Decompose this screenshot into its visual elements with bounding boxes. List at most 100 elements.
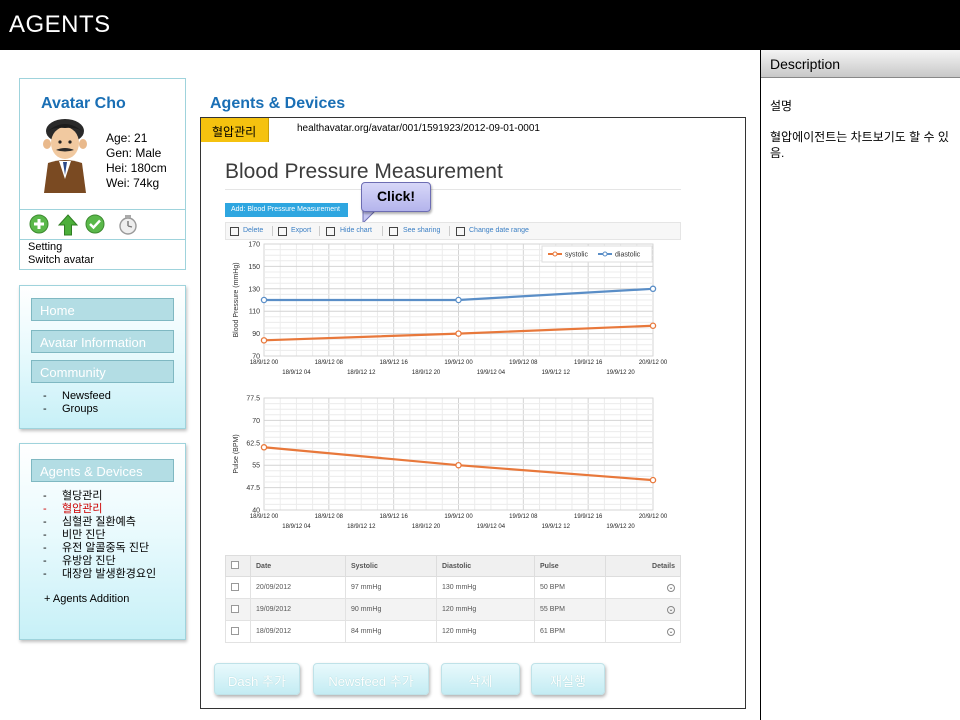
title-divider bbox=[225, 189, 681, 190]
tab-blood-pressure[interactable]: 혈압관리 bbox=[201, 118, 269, 142]
diastolic-point bbox=[260, 296, 268, 304]
submenu-item-newsfeed[interactable]: - Newsfeed bbox=[43, 390, 111, 403]
header-pulse[interactable]: Pulse bbox=[534, 555, 606, 577]
cell-systolic: 97 mmHg bbox=[345, 576, 437, 599]
agents-addition-link[interactable]: + Agents Addition bbox=[44, 593, 129, 605]
header-date[interactable]: Date bbox=[250, 555, 346, 577]
x-tick-label: 20/9/12 00 bbox=[639, 514, 668, 520]
cell-pulse: 50 BPM bbox=[534, 576, 606, 599]
agent-item-label: 유전 알콜중독 진단 bbox=[62, 542, 150, 554]
cell-systolic: 84 mmHg bbox=[345, 620, 437, 643]
row-checkbox[interactable] bbox=[231, 582, 239, 591]
legend-label: diastolic bbox=[615, 252, 641, 259]
expand-details-icon[interactable]: ⌄ bbox=[667, 583, 675, 592]
setting-link[interactable]: Setting bbox=[28, 241, 94, 254]
diastolic-point bbox=[649, 285, 657, 293]
agent-item[interactable]: - 유방암 진단 bbox=[43, 555, 156, 568]
x-tick-label: 19/9/12 20 bbox=[606, 370, 635, 376]
stat-age: Age: 21 bbox=[106, 131, 148, 145]
toolbar-export[interactable]: Export bbox=[291, 227, 311, 234]
table-row: 18/09/2012 84 mmHg 120 mmHg 61 BPM ⌄ bbox=[225, 620, 681, 643]
y-tick-label: 47.5 bbox=[246, 485, 260, 492]
x-tick-label: 19/9/12 16 bbox=[574, 514, 603, 520]
description-header: Description bbox=[761, 50, 960, 78]
add-icon[interactable] bbox=[29, 214, 49, 234]
chart-toolbar: Delete Export Hide chart See sharing Cha… bbox=[225, 222, 681, 240]
toolbar-see-sharing[interactable]: See sharing bbox=[403, 227, 440, 234]
systolic-point bbox=[455, 330, 462, 337]
header-diastolic[interactable]: Diastolic bbox=[436, 555, 535, 577]
agent-item-label: 대장암 발생환경요인 bbox=[62, 568, 157, 580]
toolbar-hide-chart[interactable]: Hide chart bbox=[340, 227, 372, 234]
y-tick-label: 70 bbox=[252, 418, 260, 425]
dash-add-button[interactable]: Dash 추가 bbox=[214, 663, 300, 695]
toolbar-delete[interactable]: Delete bbox=[243, 227, 263, 234]
community-submenu: - Newsfeed - Groups bbox=[43, 390, 111, 416]
profile-links: Setting Switch avatar bbox=[28, 241, 94, 267]
switch-avatar-link[interactable]: Switch avatar bbox=[28, 254, 94, 267]
x-tick-label: 18/9/12 12 bbox=[347, 524, 376, 530]
x-tick-label: 18/9/12 20 bbox=[412, 370, 441, 376]
rerun-button[interactable]: 재실행 bbox=[531, 663, 605, 695]
x-tick-label: 19/9/12 04 bbox=[477, 370, 506, 376]
table-row: 20/09/2012 97 mmHg 130 mmHg 50 BPM ⌄ bbox=[225, 576, 681, 599]
toolbar-change-date-range[interactable]: Change date range bbox=[469, 227, 529, 234]
chart-icon bbox=[326, 227, 335, 236]
nav-community[interactable]: Community bbox=[31, 360, 174, 383]
table-header-row: Date Systolic Diastolic Pulse Details bbox=[225, 555, 681, 577]
header-systolic[interactable]: Systolic bbox=[345, 555, 437, 577]
agent-item[interactable]: - 심혈관 질환예측 bbox=[43, 516, 156, 529]
nav-agents-devices[interactable]: Agents & Devices bbox=[31, 459, 174, 482]
check-icon[interactable] bbox=[85, 214, 105, 234]
add-measurement-button[interactable]: Add: Blood Pressure Measurement bbox=[225, 203, 348, 217]
expand-details-icon[interactable]: ⌄ bbox=[667, 627, 675, 636]
row-checkbox[interactable] bbox=[231, 626, 239, 635]
agent-item-label: 혈당관리 bbox=[62, 490, 103, 502]
agent-item[interactable]: - 유전 알콜중독 진단 bbox=[43, 542, 156, 555]
avatar-name: Avatar Cho bbox=[41, 95, 126, 112]
systolic-point bbox=[649, 322, 657, 330]
x-tick-label: 19/9/12 00 bbox=[444, 360, 473, 366]
agent-item-label: 심혈관 질환예측 bbox=[62, 516, 136, 528]
upload-arrow-icon[interactable] bbox=[57, 214, 79, 236]
y-tick-label: 150 bbox=[248, 264, 260, 271]
x-tick-label: 18/9/12 12 bbox=[347, 370, 376, 376]
agent-item[interactable]: - 비만 진단 bbox=[43, 529, 156, 542]
submenu-item-groups[interactable]: - Groups bbox=[43, 403, 111, 416]
agent-item-label: 혈압관리 bbox=[62, 503, 103, 515]
avatar-stats: Age: 21 Gen: Male Hei: 180cm Wei: 74kg bbox=[106, 131, 167, 191]
newsfeed-add-button[interactable]: Newsfeed 추가 bbox=[313, 663, 429, 695]
select-all-checkbox[interactable] bbox=[231, 561, 239, 569]
cell-diastolic: 120 mmHg bbox=[436, 598, 535, 621]
submenu-item-label: Groups bbox=[62, 403, 99, 415]
submenu-item-label: Newsfeed bbox=[62, 390, 111, 402]
toolbar-separator bbox=[319, 226, 320, 236]
y-tick-label: 110 bbox=[249, 309, 260, 316]
main-nav: Home Avatar Information Community - Newsf… bbox=[19, 285, 186, 429]
nav-avatar-information[interactable]: Avatar Information bbox=[31, 330, 174, 353]
x-tick-label: 18/9/12 16 bbox=[379, 514, 408, 520]
row-select-cell bbox=[225, 576, 251, 599]
agent-item-label: 비만 진단 bbox=[62, 529, 106, 541]
page-title: Blood Pressure Measurement bbox=[225, 160, 503, 183]
x-tick-label: 19/9/12 12 bbox=[542, 370, 571, 376]
pulse-point bbox=[455, 461, 462, 469]
x-tick-label: 18/9/12 00 bbox=[250, 360, 279, 366]
stat-height: Hei: 180cm bbox=[106, 161, 167, 175]
y-axis-label: Blood Pressure (mmHg) bbox=[233, 262, 240, 337]
legend-marker bbox=[602, 251, 608, 257]
agent-item[interactable]: - 혈당관리 bbox=[43, 490, 156, 503]
x-tick-label: 20/9/12 00 bbox=[639, 360, 668, 366]
delete-button[interactable]: 삭제 bbox=[441, 663, 520, 695]
legend-label: systolic bbox=[565, 252, 588, 259]
agent-item-label: 유방암 진단 bbox=[62, 555, 116, 567]
app-title: AGENTS bbox=[9, 11, 111, 38]
clock-icon[interactable] bbox=[117, 214, 137, 235]
nav-home[interactable]: Home bbox=[31, 298, 174, 321]
expand-details-icon[interactable]: ⌄ bbox=[667, 605, 675, 614]
pulse-chart: 4047.55562.57077.5Pulse (BPM)18/9/12 00 1… bbox=[233, 396, 668, 531]
agent-item[interactable]: - 대장암 발생환경요인 bbox=[43, 568, 156, 581]
x-tick-label: 19/9/12 00 bbox=[444, 514, 473, 520]
row-checkbox[interactable] bbox=[231, 604, 239, 613]
agent-item-active[interactable]: - 혈압관리 bbox=[43, 503, 156, 516]
